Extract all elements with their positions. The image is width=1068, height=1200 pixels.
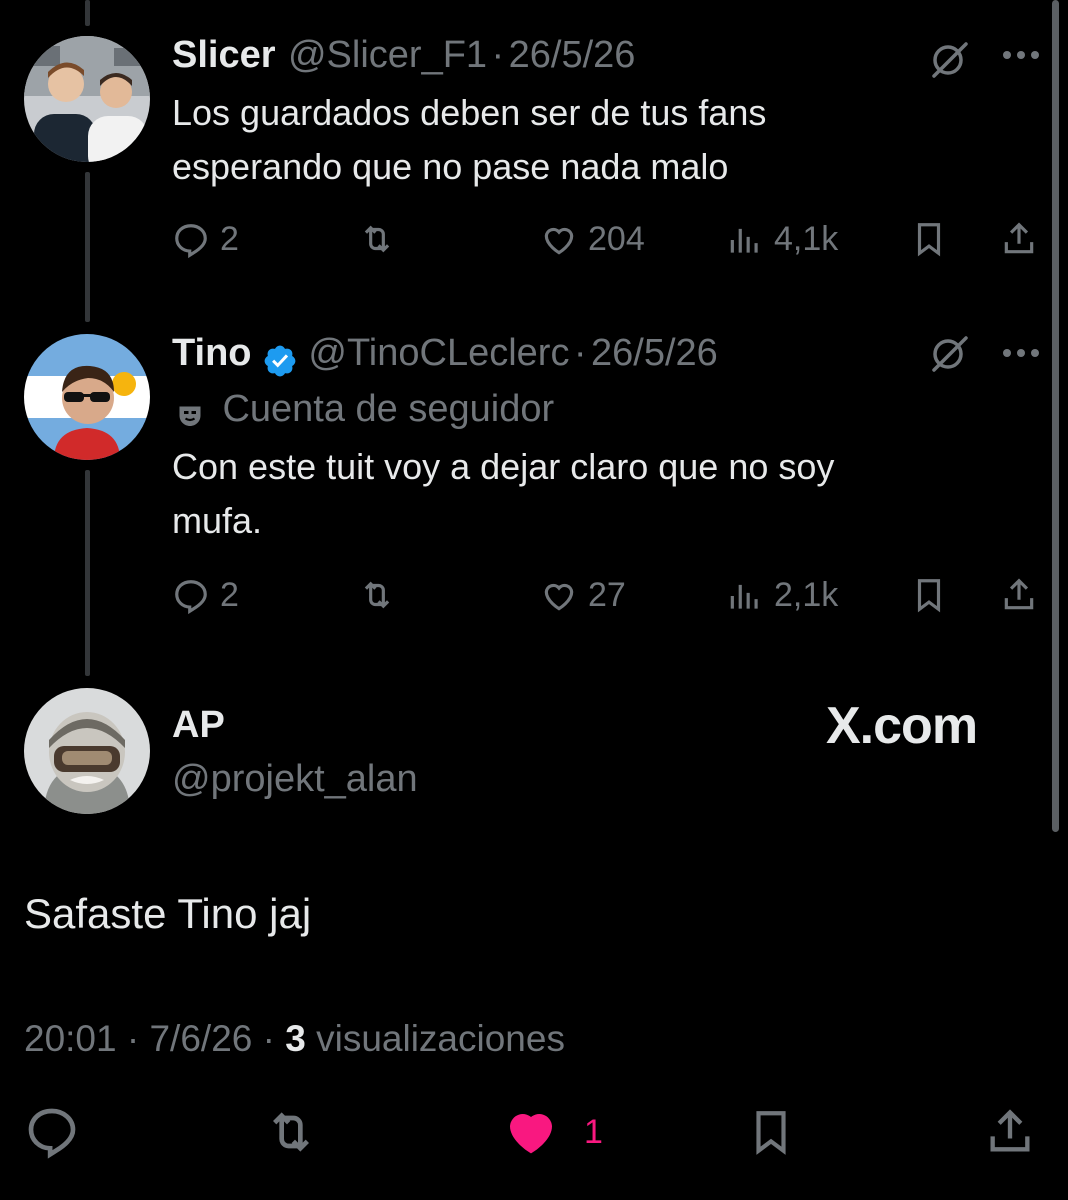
like-button[interactable]: 27: [540, 576, 626, 615]
share-icon: [990, 1109, 1030, 1152]
reply-button[interactable]: 2: [172, 220, 239, 259]
scrollbar[interactable]: [1052, 0, 1059, 832]
grok-icon[interactable]: [928, 38, 970, 80]
handle[interactable]: @TinoCLeclerc: [308, 332, 569, 374]
views-button[interactable]: 2,1k: [726, 576, 838, 615]
like-count: 1: [584, 1112, 603, 1151]
bookmark-icon: [917, 579, 941, 613]
share-icon: [1004, 578, 1034, 610]
watermark: X.com: [826, 697, 978, 755]
reply-icon: [175, 223, 207, 258]
grok-icon[interactable]: [928, 332, 970, 374]
display-name[interactable]: Tino: [172, 332, 252, 374]
verified-badge-icon: [262, 343, 298, 379]
bookmark-icon: [917, 223, 941, 257]
views-count: 4,1k: [774, 220, 839, 258]
thread-line-2: [85, 470, 90, 676]
avatar[interactable]: [24, 688, 150, 814]
handle[interactable]: @projekt_alan: [172, 758, 418, 801]
retweet-icon: [273, 1112, 309, 1152]
account-label-text: Cuenta de seguidor: [222, 388, 555, 430]
avatar[interactable]: [24, 334, 150, 460]
tweet-time[interactable]: 20:01: [24, 1018, 117, 1059]
heart-icon: [544, 583, 574, 611]
share-icon: [1004, 222, 1034, 254]
views-label[interactable]: visualizaciones: [316, 1018, 565, 1059]
tweet-meta: 20:01 · 7/6/26 · 3 visualizaciones: [24, 1018, 565, 1060]
views-count[interactable]: 3: [285, 1018, 306, 1059]
views-button[interactable]: 4,1k: [726, 220, 838, 259]
thread-line-1: [85, 172, 90, 322]
tweet-text-line: Los guardados deben ser de tus fans: [172, 92, 767, 133]
analytics-icon: [730, 228, 758, 253]
heart-icon: [544, 227, 574, 255]
separator: ·: [491, 34, 505, 76]
retweet-button[interactable]: [358, 220, 396, 258]
bookmark-button[interactable]: [746, 1104, 796, 1160]
bookmark-button[interactable]: [910, 220, 948, 258]
thread-line-top: [85, 0, 90, 26]
heart-icon: [509, 1114, 553, 1154]
more-options-icon[interactable]: [1002, 48, 1040, 62]
reply-icon: [28, 1108, 76, 1159]
share-button[interactable]: [1000, 220, 1038, 258]
more-options-icon[interactable]: [1002, 346, 1040, 360]
analytics-icon: [730, 584, 758, 609]
reply-icon: [175, 579, 207, 614]
avatar[interactable]: [24, 36, 150, 162]
separator: ·: [126, 1018, 140, 1059]
views-count: 2,1k: [774, 576, 839, 614]
reply-count: 2: [220, 576, 239, 614]
tweet-text: Safaste Tino jaj: [24, 890, 312, 937]
bookmark-button[interactable]: [910, 576, 948, 614]
tweet-text-line: esperando que no pase nada malo: [172, 146, 729, 187]
share-button[interactable]: [984, 1104, 1036, 1160]
mask-icon: [172, 399, 208, 435]
tweet-text-line: Con este tuit voy a dejar claro que no s…: [172, 446, 835, 487]
tweet-header: Slicer @Slicer_F1 · 26/5/26: [172, 34, 635, 77]
separator: ·: [573, 332, 587, 374]
like-button[interactable]: 204: [540, 220, 645, 259]
tweet-date[interactable]: 26/5/26: [591, 332, 718, 374]
separator: ·: [262, 1018, 275, 1059]
display-name[interactable]: AP: [172, 704, 225, 747]
tweet-header: Tino @TinoCLeclerc · 26/5/26: [172, 332, 718, 379]
retweet-button[interactable]: [262, 1104, 320, 1160]
reply-button[interactable]: [24, 1104, 80, 1160]
tweet-text: Con este tuit voy a dejar claro que no s…: [172, 440, 834, 548]
retweet-icon: [364, 581, 390, 609]
like-count: 204: [588, 220, 645, 258]
reply-button[interactable]: 2: [172, 576, 239, 615]
retweet-icon: [364, 225, 390, 253]
tweet-text-line: mufa.: [172, 500, 263, 541]
retweet-button[interactable]: [358, 576, 396, 614]
like-count: 27: [588, 576, 626, 614]
reply-count: 2: [220, 220, 239, 258]
like-button[interactable]: 1: [502, 1104, 603, 1160]
share-button[interactable]: [1000, 576, 1038, 614]
tweet-date[interactable]: 7/6/26: [149, 1018, 252, 1059]
tweet-date[interactable]: 26/5/26: [509, 34, 636, 76]
display-name[interactable]: Slicer: [172, 34, 276, 76]
account-label: Cuenta de seguidor: [172, 388, 554, 435]
tweet-text: Los guardados deben ser de tus fans espe…: [172, 86, 766, 194]
handle[interactable]: @Slicer_F1: [288, 34, 487, 76]
bookmark-icon: [756, 1111, 786, 1155]
